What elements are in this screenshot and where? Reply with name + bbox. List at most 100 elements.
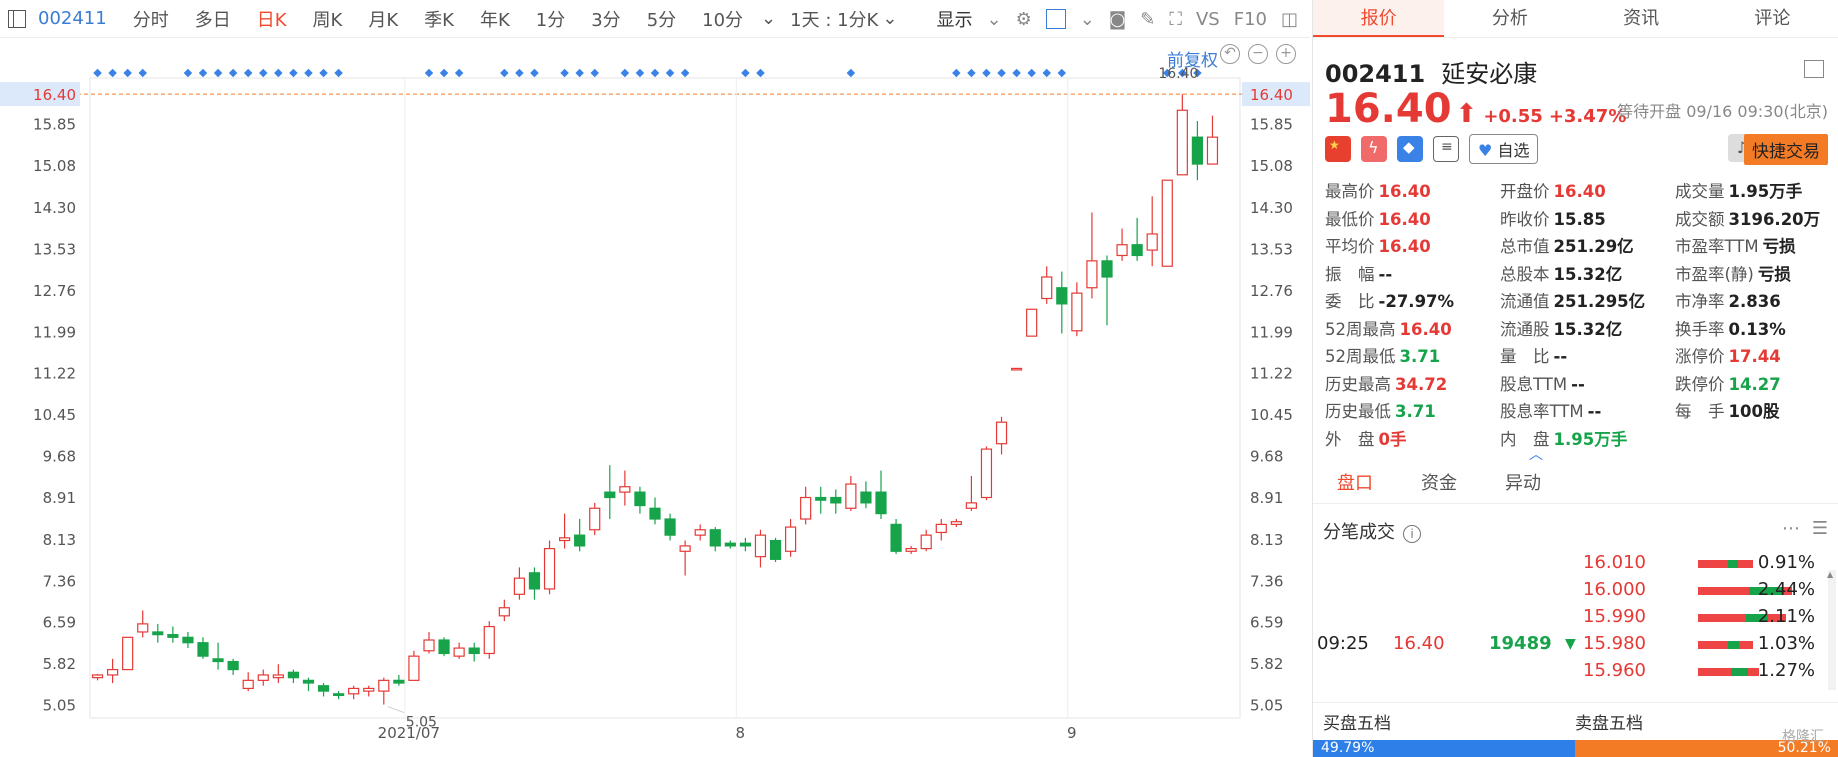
candle-body[interactable] [1191, 136, 1204, 165]
timeframe-tab[interactable]: 年K [480, 6, 510, 32]
quick-trade-button[interactable]: 快捷交易 [1744, 134, 1828, 165]
event-marker[interactable] [123, 68, 132, 78]
event-marker[interactable] [575, 68, 584, 78]
candle-body[interactable] [543, 547, 556, 590]
candle-body[interactable] [860, 491, 872, 504]
orderbook-tab[interactable]: 盘口 [1313, 466, 1397, 503]
candle-body[interactable] [574, 534, 586, 547]
period-dropdown[interactable]: ⌄ [761, 8, 776, 29]
event-marker[interactable] [756, 68, 765, 78]
candle-body[interactable] [468, 647, 480, 655]
event-marker[interactable] [530, 68, 539, 78]
add-watchlist-button[interactable]: ♥ 自选 [1469, 134, 1539, 164]
event-marker[interactable] [439, 68, 449, 78]
candle-body[interactable] [694, 529, 706, 536]
event-marker[interactable] [93, 68, 102, 78]
chevron-down-icon[interactable]: ⌄ [1080, 9, 1095, 30]
bookmark-icon[interactable]: ≡ [1433, 136, 1459, 162]
candle-body[interactable] [935, 523, 947, 534]
event-marker[interactable] [1057, 68, 1067, 78]
quote-tab[interactable]: 评论 [1707, 0, 1838, 37]
candle-body[interactable] [378, 679, 390, 692]
zoom-out-icon[interactable]: − [1248, 44, 1268, 64]
candle-body[interactable] [920, 534, 932, 550]
event-marker[interactable] [454, 68, 464, 78]
candle-body[interactable] [106, 668, 119, 676]
candle-body[interactable] [1071, 292, 1083, 332]
candle-body[interactable] [528, 572, 541, 590]
candle-body[interactable] [212, 658, 224, 663]
event-marker[interactable] [500, 68, 509, 78]
candle-body[interactable] [438, 639, 450, 655]
candle-body[interactable] [483, 625, 495, 655]
event-marker[interactable] [198, 68, 208, 78]
candle-body[interactable] [769, 539, 782, 560]
orderbook-tab[interactable]: 资金 [1397, 466, 1481, 503]
lightning-icon[interactable]: ϟ [1361, 136, 1387, 162]
candle-body[interactable] [1131, 244, 1143, 257]
pencil-icon[interactable]: ✎ [1140, 9, 1155, 30]
candle-body[interactable] [664, 518, 676, 536]
event-marker[interactable] [620, 68, 630, 78]
chevron-down-icon[interactable]: ⌄ [986, 9, 1001, 30]
candle-body[interactable] [950, 521, 962, 525]
candle-body[interactable] [980, 448, 993, 499]
event-marker[interactable] [665, 68, 675, 78]
candle-body[interactable] [1101, 260, 1113, 278]
candle-body[interactable] [800, 496, 812, 520]
gear-icon[interactable]: ⚙ [1016, 9, 1032, 30]
event-marker[interactable] [289, 68, 298, 78]
candle-body[interactable] [317, 685, 330, 692]
panel-toggle-icon[interactable] [8, 9, 26, 28]
event-marker[interactable] [334, 68, 343, 78]
event-marker[interactable] [741, 68, 750, 78]
vs-button[interactable]: VS [1196, 9, 1220, 30]
candle-body[interactable] [1010, 367, 1023, 371]
candle-body[interactable] [1056, 287, 1068, 305]
kline-chart-area[interactable]: 前复权 ↶ − + 16.40 16.40 15.85 15.85 15.08 15.08… [0, 38, 1310, 757]
undo-icon[interactable]: ↶ [1220, 44, 1240, 64]
candle-body[interactable] [393, 679, 405, 684]
candle-body[interactable] [995, 421, 1008, 445]
candle-body[interactable] [619, 486, 631, 493]
timeframe-tab[interactable]: 分时 [133, 6, 169, 32]
orderbook-tab[interactable]: 异动 [1481, 466, 1565, 503]
candle-body[interactable] [558, 537, 571, 542]
candle-body[interactable] [257, 674, 269, 681]
candle-body[interactable] [197, 642, 209, 657]
sell-five-label[interactable]: 卖盘五档 [1575, 709, 1643, 734]
candle-body[interactable] [890, 523, 902, 552]
event-marker[interactable] [515, 68, 524, 78]
candle-body[interactable] [453, 647, 465, 657]
quote-tab[interactable]: 分析 [1444, 0, 1575, 37]
candle-body[interactable] [1116, 244, 1128, 257]
candle-body[interactable] [754, 534, 767, 558]
candle-body[interactable] [1161, 179, 1173, 267]
period-select[interactable]: 1天 : 1分K [790, 6, 878, 32]
event-marker[interactable] [304, 68, 313, 78]
candle-body[interactable] [363, 687, 375, 692]
candle-body[interactable] [167, 634, 179, 638]
timeframe-tab[interactable]: 3分 [591, 6, 620, 32]
event-marker[interactable] [982, 68, 991, 78]
candle-body[interactable] [1206, 136, 1219, 165]
candle-body[interactable] [634, 491, 646, 507]
candle-body[interactable] [905, 547, 917, 552]
timeframe-tab[interactable]: 5分 [647, 6, 676, 32]
candle-body[interactable] [137, 623, 149, 633]
timeframe-tab[interactable]: 多日 [195, 6, 231, 32]
event-marker[interactable] [560, 68, 569, 78]
candle-body[interactable] [649, 507, 661, 520]
event-marker[interactable] [274, 68, 283, 78]
candle-body[interactable] [875, 491, 887, 515]
candle-body[interactable] [1041, 276, 1053, 300]
camera-icon[interactable]: ◙ [1109, 9, 1126, 30]
list-icon[interactable]: ☰ [1812, 518, 1828, 539]
buy-five-label[interactable]: 买盘五档 [1323, 709, 1391, 734]
candle-body[interactable] [1086, 260, 1098, 289]
candle-body[interactable] [589, 507, 601, 531]
event-marker[interactable] [952, 68, 961, 78]
candle-body[interactable] [348, 687, 360, 695]
fullscreen-icon[interactable]: ⛶ [1169, 9, 1182, 30]
f10-button[interactable]: F10 [1234, 9, 1267, 30]
